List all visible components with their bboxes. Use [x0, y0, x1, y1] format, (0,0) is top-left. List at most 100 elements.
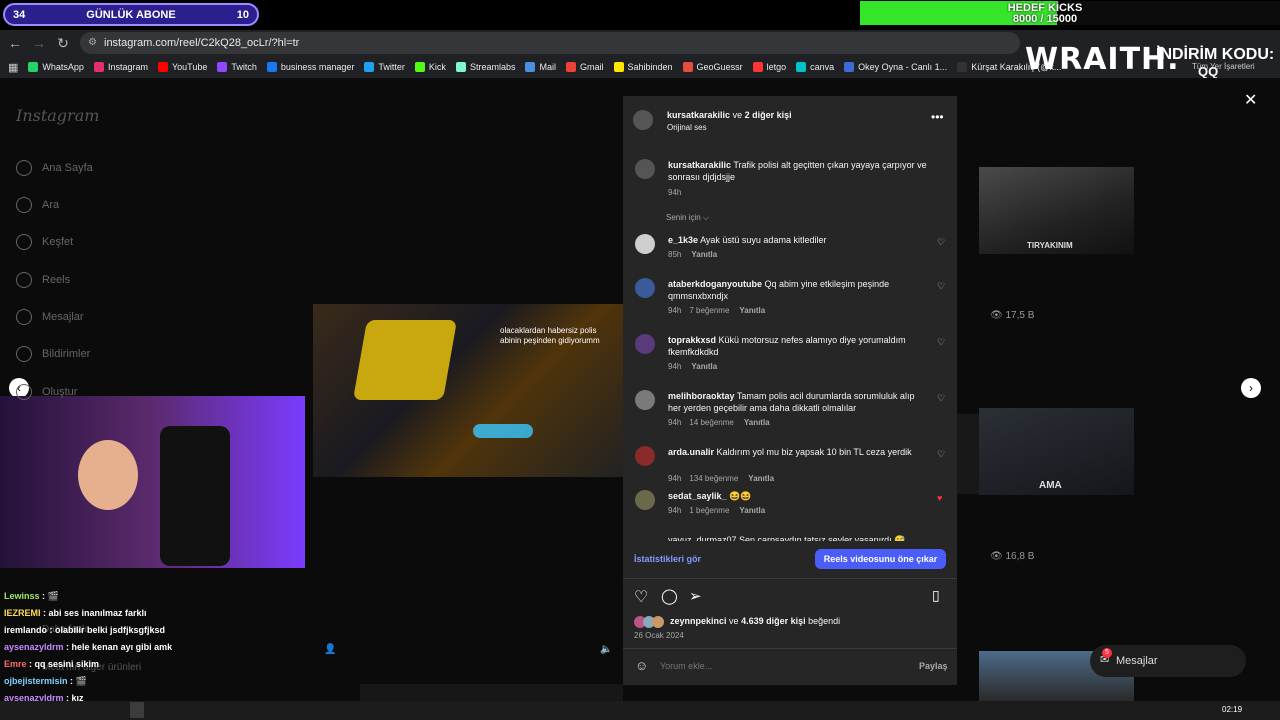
reload-icon[interactable]: ↻	[54, 34, 72, 52]
site-info-icon[interactable]: ⚙	[88, 32, 97, 54]
user-tag-icon[interactable]: 👤	[324, 644, 336, 656]
sidebar-item[interactable]: Oluştur	[16, 382, 77, 402]
bookmark-item[interactable]: Instagram	[93, 62, 148, 72]
chat-username[interactable]: iremlando	[4, 625, 47, 635]
chat-username[interactable]: IEZREMI	[4, 608, 41, 618]
comment-bubble-icon[interactable]: ◯	[661, 587, 678, 605]
comment-input[interactable]	[660, 659, 900, 673]
divider	[623, 648, 957, 649]
bookmark-item[interactable]: Okey Oyna - Canlı 1...	[844, 62, 947, 72]
all-bookmarks[interactable]: Tüm Yer İşaretleri	[1192, 62, 1255, 71]
comment-likes[interactable]: 1 beğenme	[689, 506, 729, 515]
reply-button[interactable]: Yanıtla	[739, 306, 765, 315]
chat-text: qq sesini sikim	[34, 659, 100, 669]
bookmark-item[interactable]: WhatsApp	[28, 62, 84, 72]
address-bar[interactable]: ⚙ instagram.com/reel/C2kQ28_ocLr/?hl=tr	[80, 32, 1020, 54]
apps-grid-icon[interactable]: ▦	[8, 61, 18, 74]
bookmark-item[interactable]: Streamlabs	[455, 62, 515, 72]
chat-username[interactable]: Lewinss	[4, 591, 40, 601]
promote-reel-button[interactable]: Reels videosunu öne çıkar	[815, 549, 946, 569]
chat-username[interactable]: ojbejistermisin	[4, 676, 68, 686]
sidebar-item[interactable]: Mesajlar	[16, 307, 84, 327]
commenter-avatar[interactable]	[635, 490, 655, 510]
forward-arrow-icon[interactable]: →	[30, 34, 48, 52]
close-icon[interactable]: ✕	[1244, 90, 1257, 110]
comment-username[interactable]: toprakkxsd	[668, 335, 716, 345]
sidebar-item[interactable]: Ana Sayfa	[16, 158, 93, 178]
collaborators[interactable]: 2 diğer kişi	[745, 110, 792, 120]
caption-username[interactable]: kursatkarakilic	[668, 160, 731, 170]
comment-like-heart-icon[interactable]: ♡	[937, 393, 945, 404]
instagram-logo[interactable]: Instagram	[16, 106, 99, 125]
commenter-avatar[interactable]	[635, 446, 655, 466]
comment-likes[interactable]: 14 beğenme	[689, 418, 733, 427]
comment-like-heart-icon[interactable]: ♥	[937, 493, 942, 503]
reply-button[interactable]: Yanıtla	[744, 418, 770, 427]
liked-by-user[interactable]: zeynnpekinci	[670, 616, 727, 626]
chrome-taskbar-icon[interactable]	[130, 702, 144, 718]
bookmark-item[interactable]: canva	[796, 62, 834, 72]
comment-likes[interactable]: 7 beğenme	[689, 306, 729, 315]
post-comment-button[interactable]: Paylaş	[919, 661, 948, 671]
comment-username[interactable]: melihboraoktay	[668, 391, 735, 401]
share-send-icon[interactable]: ➢	[689, 587, 702, 605]
reel-thumbnail-edge[interactable]	[957, 414, 979, 494]
reel-thumbnail[interactable]	[360, 684, 623, 701]
chat-username[interactable]: Emre	[4, 659, 27, 669]
commenter-avatar[interactable]	[635, 278, 655, 298]
bookmark-item[interactable]: business manager	[266, 62, 354, 72]
bookmark-item[interactable]: Mail	[525, 62, 556, 72]
sidebar-item[interactable]: Keşfet	[16, 232, 73, 252]
reply-button[interactable]: Yanıtla	[739, 506, 765, 515]
back-arrow-icon[interactable]: ←	[6, 34, 24, 52]
view-insights-link[interactable]: İstatistikleri gör	[634, 554, 701, 564]
caption-time: 94h	[668, 188, 682, 197]
comment-username[interactable]: e_1k3e	[668, 235, 698, 245]
reply-button[interactable]: Yanıtla	[691, 362, 717, 371]
bookmark-item[interactable]: Gmail	[565, 62, 604, 72]
emoji-icon[interactable]: ☺	[635, 658, 648, 673]
reel-thumbnail[interactable]: AMA	[979, 408, 1134, 495]
comment-username[interactable]: sedat_saylik_	[668, 491, 727, 501]
commenter-avatar[interactable]	[635, 334, 655, 354]
reply-button[interactable]: Yanıtla	[691, 250, 717, 259]
bookmark-item[interactable]: Sahibinden	[613, 62, 673, 72]
caption-avatar[interactable]	[635, 159, 655, 179]
sidebar-item[interactable]: Reels	[16, 270, 70, 290]
bookmark-item[interactable]: letgo	[752, 62, 786, 72]
bookmark-icon[interactable]: ▯	[932, 587, 940, 604]
audio-label[interactable]: Orijinal ses	[667, 123, 707, 132]
comment-username[interactable]: arda.unalir	[668, 447, 714, 457]
comment-like-heart-icon[interactable]: ♡	[937, 337, 945, 348]
reply-button[interactable]: Yanıtla	[748, 474, 774, 483]
chat-username[interactable]: aysenazyldrm	[4, 642, 64, 652]
author-avatar[interactable]	[633, 110, 653, 130]
commenter-avatar[interactable]	[635, 390, 655, 410]
comment-meta: 85h Yanıtla	[668, 250, 717, 259]
comment-like-heart-icon[interactable]: ♡	[937, 281, 945, 292]
comment-like-heart-icon[interactable]: ♡	[937, 237, 945, 248]
comment-time: 85h	[668, 250, 682, 259]
next-post-arrow-icon[interactable]: ›	[1241, 378, 1261, 398]
bookmark-item[interactable]: Kick	[414, 62, 446, 72]
like-heart-icon[interactable]: ♡	[634, 587, 648, 607]
bookmark-item[interactable]: Twitter	[364, 62, 405, 72]
comment-likes[interactable]: 134 beğenme	[689, 474, 738, 483]
comment-sort-dropdown[interactable]: Senin için ⌵	[666, 213, 709, 223]
commenter-avatar[interactable]	[635, 234, 655, 254]
bookmark-item[interactable]: GeoGuessr	[682, 62, 743, 72]
messages-popup[interactable]: ✉ 5 Mesajlar	[1090, 645, 1246, 677]
comment-username[interactable]: ataberkdoganyoutube	[668, 279, 762, 289]
speaker-icon[interactable]: 🔈	[600, 644, 612, 656]
author-username[interactable]: kursatkarakilic	[667, 110, 730, 120]
bookmark-item[interactable]: Twitch	[217, 62, 257, 72]
comment-like-heart-icon[interactable]: ♡	[937, 449, 945, 460]
more-options-icon[interactable]: •••	[931, 110, 944, 124]
liked-by-count[interactable]: 4.639 diğer kişi	[741, 616, 806, 626]
heart-icon	[16, 346, 32, 362]
sidebar-item[interactable]: Ara	[16, 195, 59, 215]
bookmark-item[interactable]: YouTube	[157, 62, 207, 72]
sidebar-item[interactable]: Bildirimler	[16, 344, 90, 364]
reel-thumbnail[interactable]: TIRYAKINIM	[979, 167, 1134, 254]
subscriber-current: 34	[13, 8, 26, 21]
